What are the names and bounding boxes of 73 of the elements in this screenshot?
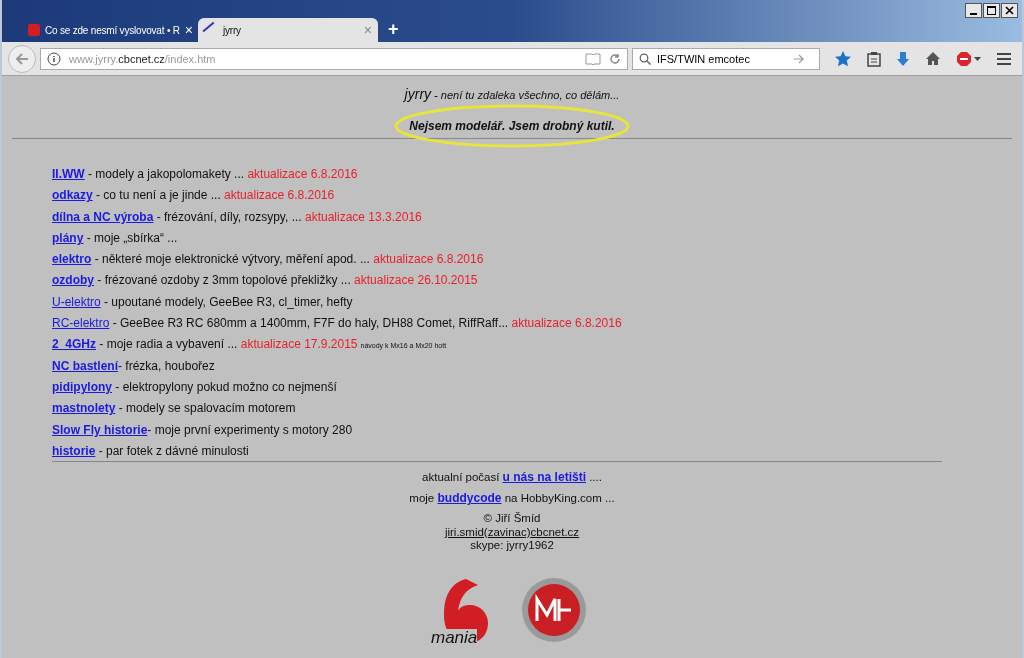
section-link[interactable]: NC bastlení	[52, 358, 118, 373]
section-description: - frézované ozdoby z 3mm topolové překližky ...	[96, 273, 352, 288]
section-description: - co tu není a je jinde ...	[95, 188, 222, 203]
caret-icon[interactable]	[974, 56, 981, 61]
weather-link[interactable]: u nás na letišti	[502, 470, 586, 485]
tab-title: Co se zde nesmí vyslovovat • R	[45, 24, 180, 36]
browser-tab[interactable]: jyrry ×	[198, 18, 378, 42]
copyright-text: © Jiří Šmíd	[482, 512, 542, 526]
section-link[interactable]: Slow Fly historie	[52, 422, 148, 437]
section-link[interactable]: elektro	[52, 252, 92, 267]
section-link[interactable]: historie	[52, 443, 96, 458]
section-link[interactable]: dílna a NC výroba	[52, 209, 154, 224]
site-logo-icon	[28, 24, 40, 36]
section-link[interactable]: U-elektro	[52, 294, 101, 309]
weather-text: aktualní počasí	[422, 471, 501, 484]
maximize-icon[interactable]	[983, 3, 1000, 18]
close-tab-icon[interactable]: ×	[363, 22, 372, 38]
section-description: - modely a jakopolomakety ...	[87, 167, 246, 181]
update-date: aktualizace 6.8.2016	[247, 167, 358, 181]
buddy-text: moje	[409, 492, 436, 505]
home-icon[interactable]	[925, 51, 941, 66]
site-name: jyrry	[404, 86, 432, 102]
section-description: - frézování, díly, rozsypy, ...	[155, 209, 303, 224]
hobbyking-text: na HobbyKing.com ...	[503, 492, 615, 505]
section-link[interactable]: mastnolety	[52, 401, 116, 416]
site-tagline: - není tu zdaleka všechno, co dělám...	[433, 89, 620, 101]
section-description: - moje první experimenty s motory 280	[147, 422, 353, 437]
section-link[interactable]: RC-elektro	[52, 316, 110, 331]
reload-icon[interactable]	[609, 52, 621, 65]
menu-icon[interactable]	[996, 51, 1012, 66]
section-description: - elektropylony pokud možno co nejmenší	[114, 379, 337, 394]
section-link[interactable]: odkazy	[52, 188, 93, 203]
skype-text: skype: jyrry1962	[469, 539, 555, 553]
update-date: aktualizace 6.8.2016	[224, 188, 335, 203]
adblock-button[interactable]	[956, 50, 981, 67]
info-icon[interactable]	[47, 51, 61, 66]
motto-text: Nejsem modelář. Jsem drobný kutil.	[409, 119, 615, 133]
section-description: - některé moje elektronické výtvory, měření apod. ...	[93, 252, 371, 267]
browser-tab[interactable]: Co se zde nesmí vyslovovat • R ×	[22, 18, 198, 42]
section-description: - GeeBee R3 RC 680mm a 1400mm, F7F do haly, DH88 Comet, RiffRaff...	[111, 316, 510, 331]
minimize-icon[interactable]	[965, 3, 982, 18]
update-date: aktualizace 13.3.2016	[305, 209, 422, 224]
section-description: - frézka, houbořez	[118, 358, 215, 373]
section-link[interactable]: II.WW	[52, 167, 85, 181]
search-text: IFS/TWIN emcotec	[657, 52, 751, 65]
buddycode-link[interactable]: buddycode	[437, 491, 502, 506]
section-link[interactable]: 2_4GHz	[52, 337, 97, 352]
new-tab-button[interactable]: +	[388, 19, 399, 40]
url-text: www.jyrry.cbcnet.cz/index.htm	[69, 52, 217, 65]
update-date: aktualizace 6.8.2016	[373, 252, 484, 267]
arrow-right-icon[interactable]	[793, 53, 805, 64]
section-description: - moje radia a vybavení ...	[98, 337, 239, 352]
section-link[interactable]: plány	[52, 230, 84, 245]
tab-title: jyrry	[223, 24, 242, 36]
close-tab-icon[interactable]: ×	[184, 22, 193, 38]
section-description: - moje „sbírka“ ...	[85, 230, 178, 245]
section-description: - upoutané modely, GeeBee R3, cl_timer, hefty	[103, 294, 353, 309]
ellipsis-text: ....	[588, 471, 602, 484]
download-icon[interactable]	[896, 50, 910, 67]
section-link[interactable]: ozdoby	[52, 273, 94, 288]
update-date: aktualizace 6.8.2016	[511, 316, 622, 331]
section-description: - par fotek z dávné minulosti	[97, 443, 249, 458]
section-description: - modely se spalovacím motorem	[117, 401, 296, 416]
update-date: aktualizace 17.9.2015	[240, 337, 358, 352]
clipboard-icon[interactable]	[867, 50, 881, 67]
section-link[interactable]: pidipylony	[52, 379, 112, 394]
address-bar[interactable]: www.jyrry.cbcnet.cz/index.htm	[40, 47, 628, 70]
search-icon	[639, 52, 651, 65]
star-icon[interactable]	[834, 49, 852, 68]
close-icon[interactable]	[1001, 3, 1018, 18]
update-date: aktualizace 26.10.2015	[354, 273, 478, 288]
email-link[interactable]: jiri.smid(zavinac)cbcnet.cz	[444, 525, 580, 538]
search-field[interactable]: IFS/TWIN emcotec	[632, 47, 820, 70]
